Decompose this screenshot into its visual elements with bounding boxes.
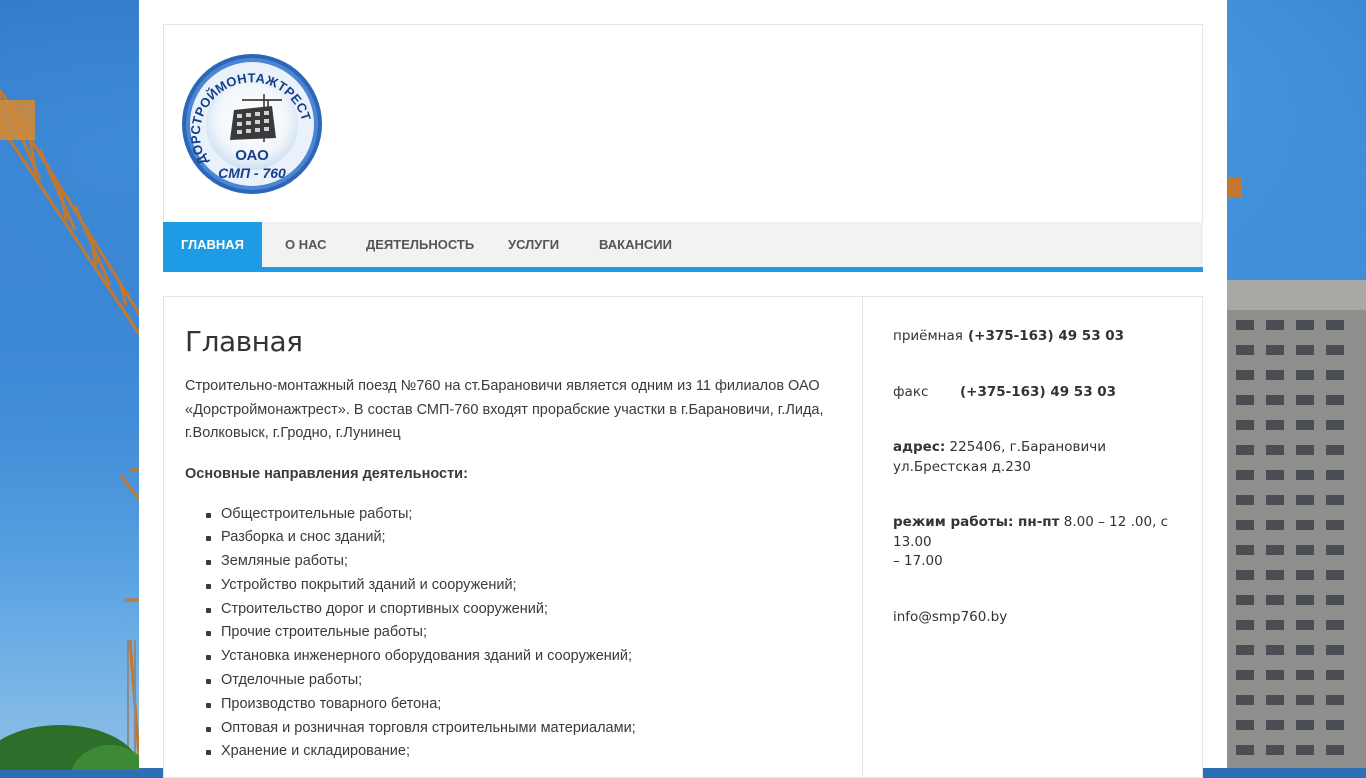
nav-item-vacancies[interactable]: Вакансии xyxy=(599,222,672,267)
main-column: Главная Строительно-монтажный поезд №760… xyxy=(185,325,825,764)
fax-row: факс (+375-163) 49 53 03 xyxy=(893,383,1183,403)
list-item: Производство товарного бетона; xyxy=(206,693,825,717)
list-item: Хранение и складирование; xyxy=(206,740,825,764)
building-image xyxy=(1226,280,1366,768)
list-item: Установка инженерного оборудования здани… xyxy=(206,645,825,669)
list-item: Земляные работы; xyxy=(206,550,825,574)
list-item: Оптовая и розничная торговля строительны… xyxy=(206,717,825,741)
intro-paragraph: Строительно-монтажный поезд №760 на ст.Б… xyxy=(185,375,825,446)
list-item: Строительство дорог и спортивных сооруже… xyxy=(206,598,825,622)
intro-line: «Дорстроймонажтрест». В состав СМП-760 в… xyxy=(185,401,824,418)
address-block: адрес: 225406, г.Барановичи ул.Брестская… xyxy=(893,438,1183,477)
reception-phone[interactable]: (+375-163) 49 53 03 xyxy=(968,328,1124,344)
logo-org-name: СМП - 760 xyxy=(218,165,286,181)
activities-heading: Основные направления деятельности: xyxy=(185,465,468,482)
intro-line: г.Волковыск, г.Гродно, г.Лунинец xyxy=(185,425,401,441)
nav-item-about[interactable]: О нас xyxy=(285,222,327,267)
list-item: Прочие строительные работы; xyxy=(206,621,825,645)
list-item: Устройство покрытий зданий и сооружений; xyxy=(206,574,825,598)
logo-org-type: ОАО xyxy=(235,147,269,164)
hours-label: режим работы: пн-пт xyxy=(893,514,1060,530)
reception-label: приёмная xyxy=(893,328,963,344)
address-line: 225406, г.Барановичи xyxy=(949,439,1106,455)
email-link[interactable]: info@smp760.by xyxy=(893,609,1007,625)
page-title: Главная xyxy=(185,325,303,358)
fax-phone: (+375-163) 49 53 03 xyxy=(960,383,1117,400)
list-item: Общестроительные работы; xyxy=(206,503,825,527)
contact-sidebar: приёмная (+375-163) 49 53 03 факс (+375-16… xyxy=(893,327,1183,627)
company-logo[interactable]: ДОРСТРОЙМОНТАЖТРЕСТ ОАО СМП - 760 xyxy=(180,52,324,196)
address-label: адрес: xyxy=(893,439,946,455)
crane-image xyxy=(0,89,140,770)
hours-line: – 17.00 xyxy=(893,553,943,569)
column-divider xyxy=(862,297,863,777)
reception-phone-row: приёмная (+375-163) 49 53 03 xyxy=(893,327,1183,347)
nav-item-home[interactable]: Главная xyxy=(163,222,262,267)
site-header: ДОРСТРОЙМОНТАЖТРЕСТ ОАО СМП - 760 xyxy=(163,24,1203,223)
list-item: Отделочные работы; xyxy=(206,669,825,693)
page-container: ДОРСТРОЙМОНТАЖТРЕСТ ОАО СМП - 760 Главна… xyxy=(139,0,1227,778)
activities-list: Общестроительные работы; Разборка и снос… xyxy=(185,503,825,765)
main-navigation: Главная О нас Деятельность Услуги Ваканс… xyxy=(163,222,1203,272)
content-area: Главная Строительно-монтажный поезд №760… xyxy=(163,296,1203,778)
nav-item-services[interactable]: Услуги xyxy=(508,222,559,267)
hours-block: режим работы: пн-пт 8.00 – 12 .00, с 13.… xyxy=(893,513,1183,572)
fax-label: факс xyxy=(893,383,929,400)
crane-hook-image xyxy=(1228,178,1242,198)
intro-line: Строительно-монтажный поезд №760 на ст.Б… xyxy=(185,378,820,394)
nav-item-activity[interactable]: Деятельность xyxy=(366,222,474,267)
email-row: info@smp760.by xyxy=(893,608,1183,628)
list-item: Разборка и снос зданий; xyxy=(206,526,825,550)
address-line: ул.Брестская д.230 xyxy=(893,458,1031,475)
